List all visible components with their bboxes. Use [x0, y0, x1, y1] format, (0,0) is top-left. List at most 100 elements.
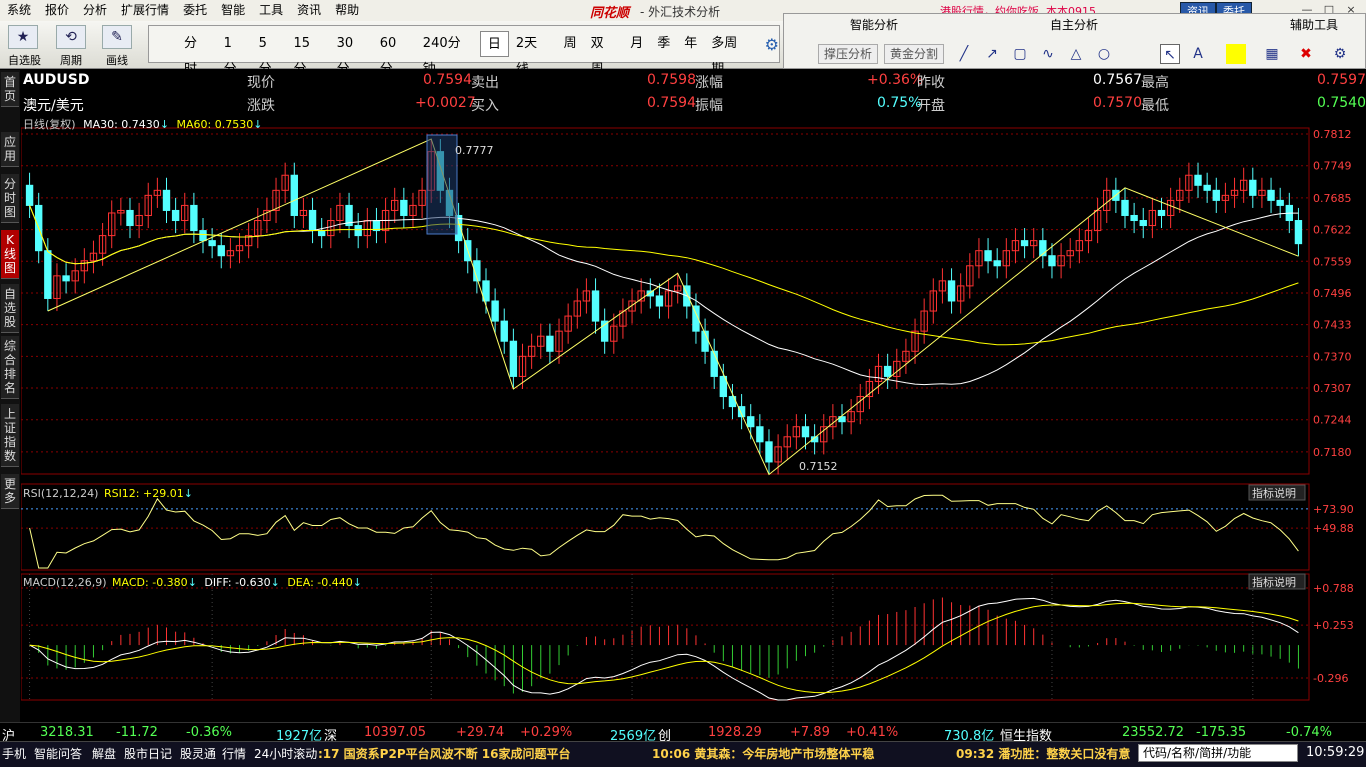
sh-pct: -0.36%: [186, 725, 232, 740]
menu-news[interactable]: 资讯: [290, 0, 328, 21]
symbol-code: AUDUSD: [23, 72, 90, 88]
ray-tool-icon[interactable]: ↗: [982, 44, 1002, 64]
cursor-icon[interactable]: ↖: [1160, 44, 1180, 64]
value-prev: 0.7567: [1093, 72, 1142, 88]
code-search-input[interactable]: 代码/名称/简拼/功能: [1138, 744, 1298, 762]
price-tick-label: 0.7244: [1313, 414, 1352, 427]
candle-body: [1276, 199, 1284, 206]
candle-body: [993, 260, 1001, 267]
macd-help-label: 指标说明: [1252, 575, 1296, 589]
period-30m[interactable]: 30分: [330, 31, 373, 77]
gear-icon[interactable]: ⚙: [757, 35, 779, 54]
candle-body: [491, 300, 499, 322]
period-5m[interactable]: 5分: [252, 31, 287, 77]
period-week[interactable]: 周: [557, 31, 584, 57]
sidenav-timeshare[interactable]: 分时图: [1, 174, 19, 223]
candle-body: [947, 280, 956, 302]
golden-section-button[interactable]: 黄金分割: [884, 44, 945, 64]
period-month[interactable]: 月: [623, 31, 650, 57]
candle-body: [171, 209, 180, 222]
period-2week[interactable]: 双周: [584, 31, 624, 77]
value-open: 0.7570: [1093, 95, 1142, 111]
candle-body: [765, 441, 773, 463]
label-prev: 昨收: [917, 75, 945, 91]
period-quarter[interactable]: 季: [650, 31, 677, 57]
menu-tools[interactable]: 工具: [252, 0, 290, 21]
status-analysis[interactable]: 解盘: [92, 745, 116, 762]
period-60m[interactable]: 60分: [373, 31, 416, 77]
menu-trade[interactable]: 委托: [176, 0, 214, 21]
menu-analysis[interactable]: 分析: [76, 0, 114, 21]
sidenav-apps[interactable]: 应用: [1, 132, 19, 167]
ellipse-tool-icon[interactable]: ○: [1094, 44, 1114, 64]
hs-pct: -0.74%: [1286, 725, 1332, 740]
candle-body: [756, 426, 764, 443]
ma-lines: [29, 205, 1299, 386]
watchlist-star-icon[interactable]: ★: [8, 25, 38, 49]
style-tool-icon[interactable]: ▦: [1262, 44, 1282, 64]
settings-icon[interactable]: ⚙: [1330, 44, 1350, 64]
cy-change: +7.89: [790, 725, 830, 740]
menu-system[interactable]: 系统: [0, 0, 38, 21]
rsi-legend: RSI(12,12,24) RSI12: +29.01↓: [23, 487, 193, 500]
macd-diff-line: [29, 597, 1299, 701]
text-tool-icon[interactable]: A: [1188, 44, 1208, 64]
candle-body: [208, 240, 216, 247]
price-tick-label: 0.7685: [1313, 192, 1352, 205]
sidenav-shindex[interactable]: 上证指数: [1, 404, 19, 467]
news-ticker-1[interactable]: :17 国资系P2P平台风波不断 16家成问题平台: [318, 745, 571, 762]
news-ticker-2[interactable]: 10:06 黄其森：今年房地产市场整体平稳: [652, 745, 874, 762]
sidenav-watchlist[interactable]: 自选股: [1, 284, 19, 333]
pencil-icon[interactable]: ✎: [102, 25, 132, 49]
pressure-analysis-button[interactable]: 撑压分析: [818, 44, 879, 64]
tab-aux-tools[interactable]: 辅助工具: [1264, 14, 1364, 36]
triangle-tool-icon[interactable]: △: [1066, 44, 1086, 64]
sidenav-home[interactable]: 首页: [1, 72, 19, 107]
line-tool-icon[interactable]: ╱: [954, 44, 974, 64]
rectangle-tool-icon[interactable]: ▢: [1010, 44, 1030, 64]
candle-body: [1121, 199, 1129, 216]
color-picker-icon[interactable]: [1226, 44, 1246, 64]
candle-body: [1157, 209, 1166, 216]
price-tick-label: 0.7433: [1313, 319, 1352, 332]
status-stock-tips[interactable]: 股灵通: [180, 745, 216, 762]
candle-body: [1194, 174, 1202, 186]
x-axis: 09 10 11 12 01 02 03: [24, 574, 1261, 715]
sidenav-kline[interactable]: K线图: [1, 230, 19, 279]
menu-quote[interactable]: 报价: [38, 0, 76, 21]
status-smart-qa[interactable]: 智能问答: [34, 745, 82, 762]
sz-value: 10397.05: [364, 725, 427, 740]
rsi-panel: +73.90 +49.88: [20, 483, 1354, 571]
status-mobile[interactable]: 手机: [2, 745, 26, 762]
menu-extended[interactable]: 扩展行情: [114, 0, 176, 21]
status-market[interactable]: 行情: [222, 745, 246, 762]
tab-smart-analysis[interactable]: 智能分析: [814, 14, 934, 36]
sidenav-more[interactable]: 更多: [1, 474, 19, 509]
kline-chart[interactable]: 0.7812 0.7749 0.7685 0.7622 0.7559 0.7496 0.74…: [20, 116, 1366, 715]
period-1m[interactable]: 1分: [217, 31, 252, 77]
x-tick-label: 09: [24, 702, 38, 704]
period-240m[interactable]: 240分钟: [416, 31, 480, 77]
candle-body: [290, 174, 298, 216]
menu-smart[interactable]: 智能: [214, 0, 252, 21]
news-ticker-3[interactable]: 09:32 潘功胜：整数关口没有意: [956, 745, 1130, 762]
macd-legend: MACD(12,26,9) MACD: -0.380↓ DIFF: -0.630…: [23, 576, 362, 589]
status-diary[interactable]: 股市日记: [124, 745, 172, 762]
status-24h[interactable]: 24小时滚动: [254, 745, 317, 762]
sidenav-ranking[interactable]: 综合排名: [1, 336, 19, 399]
period-15m[interactable]: 15分: [287, 31, 330, 77]
period-multi[interactable]: 多周期: [704, 31, 756, 77]
menu-help[interactable]: 帮助: [328, 0, 366, 21]
label-low: 最低: [1141, 98, 1169, 114]
candle-body: [308, 209, 317, 232]
delete-icon[interactable]: ✖: [1296, 44, 1316, 64]
chart-area[interactable]: 0.7812 0.7749 0.7685 0.7622 0.7559 0.7496 0.74…: [20, 116, 1366, 715]
period-year[interactable]: 年: [677, 31, 704, 57]
cycle-icon[interactable]: ⟲: [56, 25, 86, 49]
period-tick[interactable]: 分时: [177, 31, 217, 77]
period-day[interactable]: 日: [479, 31, 509, 57]
tab-self-analysis[interactable]: 自主分析: [1014, 14, 1134, 36]
x-tick-label: 03: [1247, 702, 1261, 704]
period-2day[interactable]: 2天线: [509, 31, 557, 77]
wave-tool-icon[interactable]: ∿: [1038, 44, 1058, 64]
